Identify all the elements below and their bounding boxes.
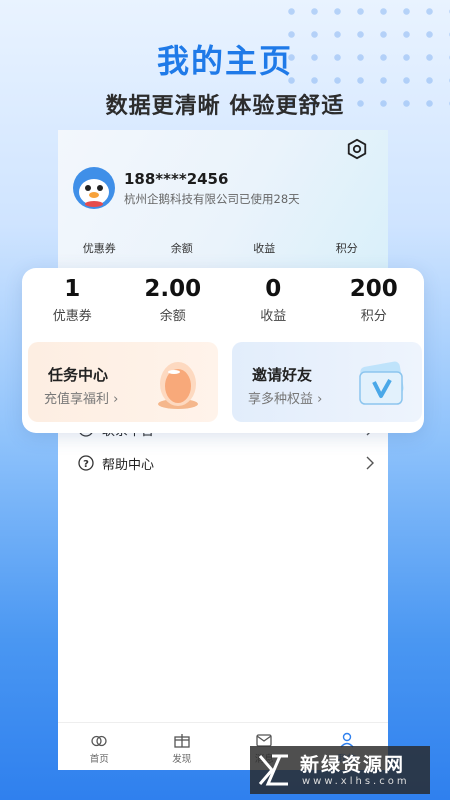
stat-value: 0 (265, 276, 282, 302)
menu-item-help[interactable]: ? 帮助中心 (58, 446, 388, 480)
home-icon (91, 735, 107, 747)
user-phone: 188****2456 (124, 170, 229, 188)
mini-stat-label: 优惠券 (82, 242, 116, 255)
tile-subtitle: 充值享福利 › (44, 392, 119, 407)
tab-discover[interactable]: 发现 (141, 723, 224, 770)
gift-icon (174, 734, 190, 748)
tab-label: 首页 (89, 754, 109, 765)
question-icon: ? (78, 455, 94, 471)
svg-text:?: ? (83, 459, 89, 470)
stat-label: 优惠券 (52, 309, 92, 324)
settings-icon[interactable] (346, 138, 368, 160)
mini-stat-label: 余额 (170, 242, 193, 255)
stats-row: 1 优惠券 2.00 余额 0 收益 200 积分 (22, 274, 424, 324)
site-logo-icon (258, 754, 288, 786)
stat-earnings[interactable]: 0 收益 (223, 274, 324, 324)
vip-card-icon (359, 361, 404, 405)
invite-friends-tile[interactable]: 邀请好友 享多种权益 › (232, 342, 422, 422)
stat-value: 1 (64, 276, 81, 302)
tile-title: 任务中心 (48, 366, 109, 384)
stat-label: 余额 (159, 309, 186, 324)
watermark-url: www.xlhs.com (302, 776, 410, 787)
avatar[interactable] (72, 166, 116, 210)
stat-label: 积分 (360, 309, 387, 324)
hero-title: 我的主页 (156, 42, 293, 80)
stat-value: 200 (349, 276, 398, 302)
egg-icon (158, 362, 198, 409)
hero-subtitle: 数据更清晰 体验更舒适 (105, 94, 345, 119)
watermark: 新绿资源网 www.xlhs.com (250, 746, 430, 794)
stat-balance[interactable]: 2.00 余额 (123, 274, 224, 324)
stat-label: 收益 (260, 309, 287, 324)
stats-card: 1 优惠券 2.00 余额 0 收益 200 积分 任务中心 充值享福利 › 邀… (22, 268, 424, 433)
stat-value: 2.00 (144, 276, 202, 302)
tab-home[interactable]: 首页 (58, 723, 141, 770)
mini-stats-row: 优惠券 余额 收益 积分 (58, 240, 388, 256)
phone-screen: 188****2456 杭州企鹅科技有限公司已使用28天 优惠券 余额 收益 积… (58, 130, 388, 770)
stat-points[interactable]: 200 积分 (324, 274, 425, 324)
menu-item-label: 帮助中心 (102, 457, 155, 473)
profile-header: 188****2456 杭州企鹅科技有限公司已使用28天 优惠券 余额 收益 积… (58, 130, 388, 270)
tile-title: 邀请好友 (252, 366, 313, 384)
tile-subtitle: 享多种权益 › (248, 392, 323, 407)
mini-stat-label: 积分 (335, 242, 358, 255)
stat-coupons[interactable]: 1 优惠券 (22, 274, 123, 324)
tab-label: 发现 (172, 754, 192, 765)
mini-stat-label: 收益 (253, 242, 276, 255)
chevron-right-icon (366, 456, 374, 470)
company-info: 杭州企鹅科技有限公司已使用28天 (124, 192, 300, 206)
watermark-title: 新绿资源网 (300, 754, 406, 776)
task-center-tile[interactable]: 任务中心 充值享福利 › (28, 342, 218, 422)
